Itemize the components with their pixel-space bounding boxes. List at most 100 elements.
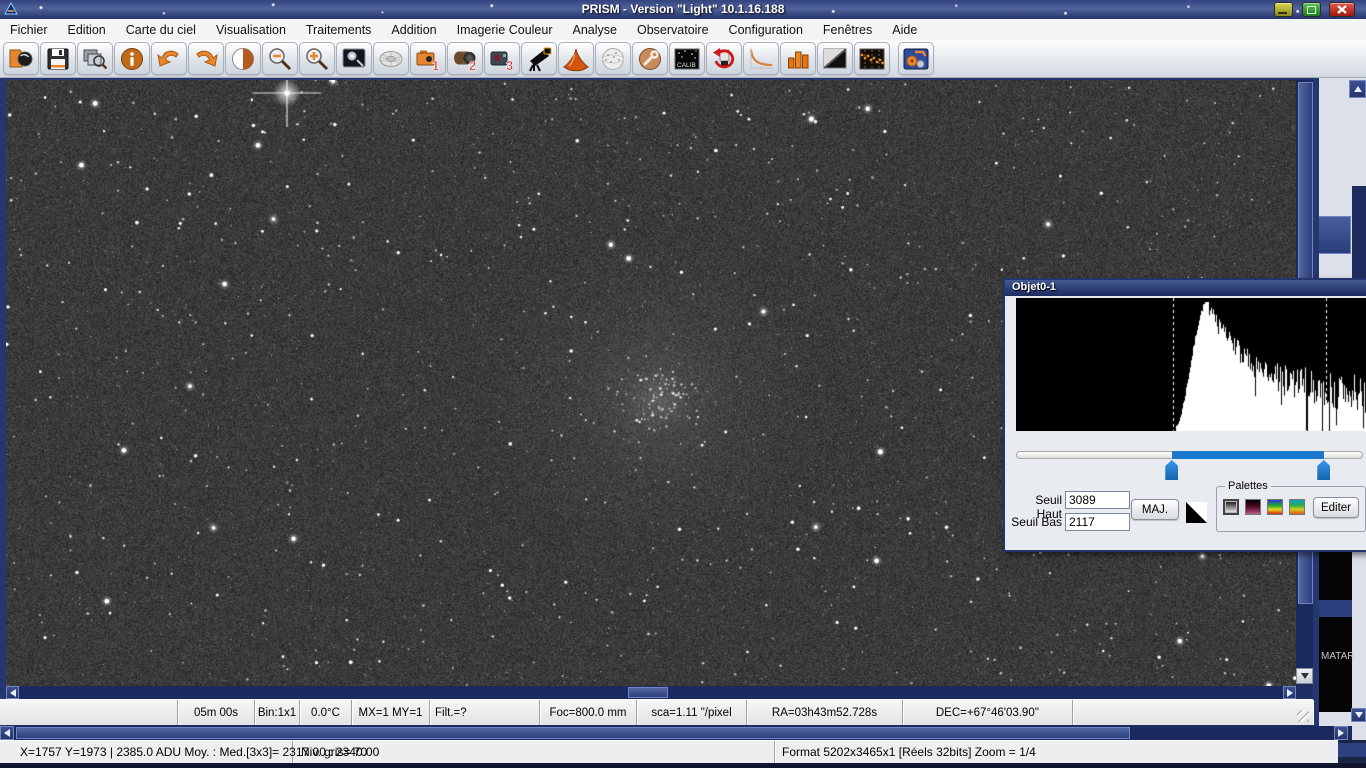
minimize-button[interactable]	[1274, 2, 1293, 17]
tools-wrench-icon	[636, 46, 664, 72]
mdi-vscroll-up-button[interactable]	[1349, 80, 1366, 98]
info-icon	[118, 46, 146, 72]
maj-button[interactable]: MAJ.	[1131, 499, 1179, 520]
automation-button[interactable]	[898, 42, 934, 75]
redo-button[interactable]	[188, 42, 224, 75]
automation-icon	[902, 46, 930, 72]
camera-1-button[interactable]: 1	[410, 42, 446, 75]
tools-wrench-button[interactable]	[632, 42, 668, 75]
threshold-high-handle[interactable]	[1317, 460, 1330, 480]
menu-carte-du-ciel[interactable]: Carte du ciel	[116, 20, 206, 40]
status-scale: sca=1.11 "/pixel	[637, 700, 747, 725]
arrow-left-icon	[10, 689, 16, 697]
menu-analyse[interactable]: Analyse	[563, 20, 627, 40]
preview-screen-button[interactable]	[336, 42, 372, 75]
menu-fenetres[interactable]: Fenêtres	[813, 20, 882, 40]
image-hscroll-right-button[interactable]	[1283, 686, 1296, 699]
status-segment-filler	[1073, 700, 1313, 725]
image-vscroll-down-button[interactable]	[1296, 668, 1313, 684]
zoom-in-icon	[303, 46, 331, 72]
status-temperature: 0.0°C	[300, 700, 352, 725]
format-zoom-readout: Format 5202x3465x1 [Réels 32bits] Zoom =…	[775, 741, 1366, 763]
threshold-slider-range[interactable]	[1172, 451, 1324, 459]
mdi-vscroll-thumb[interactable]	[1318, 216, 1351, 254]
image-browser-icon	[81, 46, 109, 72]
menu-observatoire[interactable]: Observatoire	[627, 20, 719, 40]
bottom-right-corner	[1338, 740, 1366, 763]
seuil-bas-input[interactable]	[1065, 513, 1130, 531]
menu-imagerie-couleur[interactable]: Imagerie Couleur	[447, 20, 563, 40]
palette-rainbow-swatch[interactable]	[1267, 499, 1283, 515]
image-hscroll-left-button[interactable]	[6, 686, 19, 699]
resize-grip[interactable]	[1297, 710, 1309, 722]
mdi-hscroll-left-button[interactable]	[0, 726, 14, 740]
menu-addition[interactable]: Addition	[381, 20, 446, 40]
menu-configuration[interactable]: Configuration	[719, 20, 813, 40]
stack-rotate-button[interactable]	[706, 42, 742, 75]
mdi-hscroll-thumb[interactable]	[16, 727, 1130, 739]
seuil-haut-input[interactable]	[1065, 491, 1130, 509]
profile-plot-button[interactable]	[854, 42, 890, 75]
thresholds-button[interactable]	[225, 42, 261, 75]
window-bottom-edge	[0, 763, 1366, 768]
palette-red-purple-swatch[interactable]	[1245, 499, 1261, 515]
zoom-in-button[interactable]	[299, 42, 335, 75]
arrow-left-icon	[4, 729, 10, 737]
arrow-down-icon	[1301, 673, 1309, 679]
status-exposure: 05m 00s	[178, 700, 255, 725]
zoom-out-button[interactable]	[262, 42, 298, 75]
arrow-right-icon	[1338, 729, 1344, 737]
histogram-window-titlebar[interactable]: Objet0-1	[1005, 280, 1366, 296]
zoom-out-icon	[266, 46, 294, 72]
save-button[interactable]	[40, 42, 76, 75]
menu-aide[interactable]: Aide	[882, 20, 927, 40]
undo-button[interactable]	[151, 42, 187, 75]
save-icon	[44, 46, 72, 72]
histogram-canvas[interactable]	[1016, 298, 1366, 431]
window-titlebar[interactable]: PRISM - Version "Light" 10.1.16.188	[0, 0, 1366, 19]
background-window[interactable]: MATAR	[1319, 550, 1352, 712]
histogram-window[interactable]: Objet0-1 Seuil Haut Seuil Bas MAJ. Palet…	[1003, 278, 1366, 552]
palette-rainbow-banded-swatch[interactable]	[1289, 499, 1305, 515]
status-focal: Foc=800.0 mm	[540, 700, 637, 725]
response-curve-icon	[747, 46, 775, 72]
flat-field-disc-button[interactable]	[373, 42, 409, 75]
mdi-hscroll-right-button[interactable]	[1334, 726, 1348, 740]
menu-edition[interactable]: Edition	[58, 20, 116, 40]
image-horizontal-scrollbar[interactable]	[6, 686, 1296, 699]
menu-traitements[interactable]: Traitements	[296, 20, 382, 40]
surface-3d-icon	[562, 46, 590, 72]
stack-rotate-icon	[710, 46, 738, 72]
restore-button[interactable]	[1302, 2, 1321, 17]
palette-grayscale-swatch[interactable]	[1223, 499, 1239, 515]
close-button[interactable]	[1329, 2, 1355, 17]
threshold-low-handle[interactable]	[1165, 460, 1178, 480]
menu-fichier[interactable]: Fichier	[0, 20, 58, 40]
celestial-sphere-button[interactable]	[595, 42, 631, 75]
image-browser-button[interactable]	[77, 42, 113, 75]
invert-image-button[interactable]	[817, 42, 853, 75]
flat-field-disc-icon	[377, 46, 405, 72]
redo-icon	[192, 46, 220, 72]
info-button[interactable]	[114, 42, 150, 75]
camera-3-button[interactable]: 3	[484, 42, 520, 75]
arrow-up-icon	[1354, 86, 1362, 92]
image-status-bar: 05m 00s Bin:1x1 0.0°C MX=1 MY=1 Filt.=? …	[0, 699, 1313, 725]
palettes-label: Palettes	[1225, 480, 1271, 492]
histogram-bars-button[interactable]	[780, 42, 816, 75]
svg-text:1: 1	[432, 58, 439, 72]
open-image-button[interactable]	[3, 42, 39, 75]
histogram-plot-area[interactable]	[1016, 298, 1366, 431]
surface-3d-button[interactable]	[558, 42, 594, 75]
lens-2-button[interactable]: 2	[447, 42, 483, 75]
mdi-horizontal-scrollbar[interactable]	[0, 726, 1352, 740]
thresholds-icon	[229, 46, 257, 72]
menu-visualisation[interactable]: Visualisation	[206, 20, 296, 40]
editer-button[interactable]: Editer	[1313, 497, 1359, 518]
telescope-icon	[525, 46, 553, 72]
calibration-button[interactable]: CALIB	[669, 42, 705, 75]
telescope-button[interactable]	[521, 42, 557, 75]
image-hscroll-thumb[interactable]	[628, 687, 668, 698]
background-window-down-button[interactable]	[1351, 708, 1366, 722]
response-curve-button[interactable]	[743, 42, 779, 75]
